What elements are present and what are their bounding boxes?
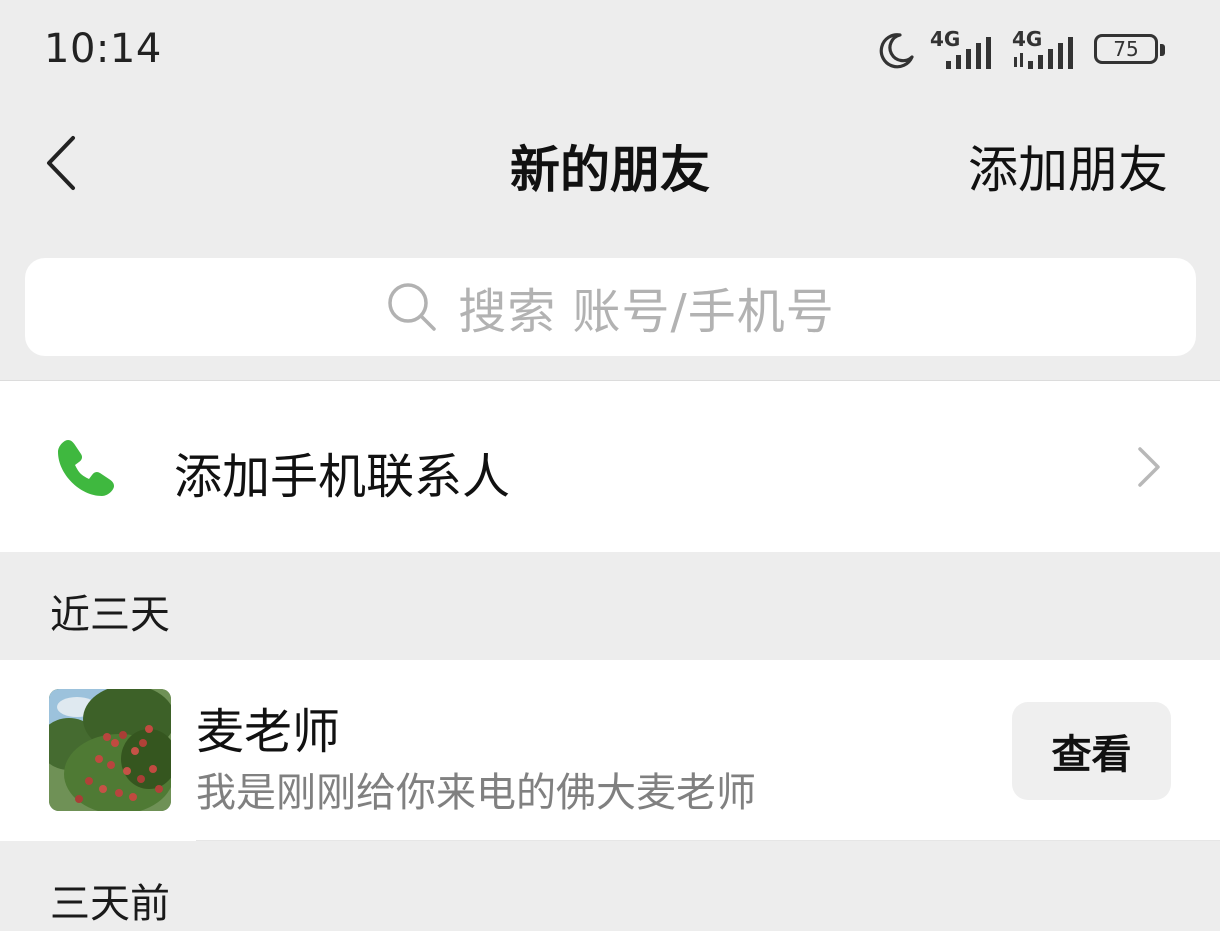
section-header-recent: 近三天 [0, 552, 1220, 660]
battery-icon: 75 [1094, 34, 1168, 68]
friend-message: 我是刚刚给你来电的佛大麦老师 [196, 770, 756, 816]
search-placeholder: 搜索 账号/手机号 [458, 284, 835, 340]
phone-icon [58, 440, 114, 496]
chevron-right-icon [1138, 447, 1160, 487]
section-label: 近三天 [50, 592, 170, 638]
section-label: 三天前 [50, 881, 170, 927]
section-header-older: 三天前 [0, 841, 1220, 931]
view-button[interactable]: 查看 [1012, 702, 1171, 800]
moon-icon [879, 33, 914, 69]
network-signal-2: 4G [1012, 27, 1080, 71]
signal-icon [1014, 37, 1073, 69]
search-icon [388, 283, 437, 331]
friend-request-row[interactable]: 麦老师 我是刚刚给你来电的佛大麦老师 查看 [0, 660, 1220, 841]
status-time: 10:14 [44, 26, 162, 72]
add-friend-button[interactable]: 添加朋友 [968, 130, 1168, 202]
nav-bar: 新的朋友 添加朋友 [0, 100, 1220, 225]
avatar-image [49, 689, 171, 811]
network-signal-1: 4G [930, 27, 998, 71]
add-phone-contacts-row[interactable]: 添加手机联系人 [0, 381, 1220, 552]
status-icons: 4G 4G 75 [876, 27, 1168, 74]
add-phone-contacts-label: 添加手机联系人 [174, 449, 511, 505]
avatar[interactable] [49, 689, 171, 811]
friend-name: 麦老师 [196, 704, 341, 760]
search-input[interactable]: 搜索 账号/手机号 [25, 258, 1196, 356]
signal-icon [946, 37, 991, 69]
status-bar: 10:14 4G 4G 75 [0, 0, 1220, 100]
battery-level: 75 [1113, 37, 1139, 61]
